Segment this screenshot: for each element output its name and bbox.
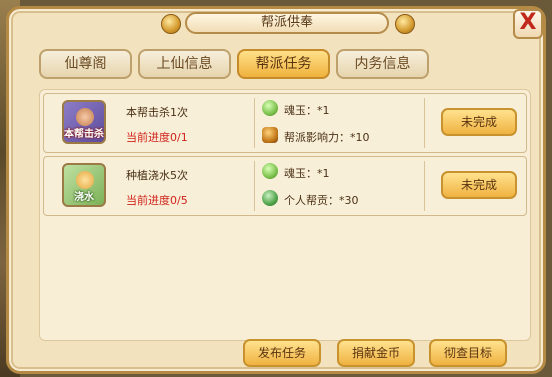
reward-label: 魂玉：*1 [284,167,330,180]
watering-icon: 浇水 [62,163,106,207]
jade-soul-icon [262,163,278,179]
contribution-coin-icon [262,190,278,206]
tab-immortal-info[interactable]: 上仙信息 [138,49,231,79]
row-divider [424,161,425,211]
task-name: 本帮击杀1次 [126,106,188,119]
reward-label: 帮派影响力：*10 [284,131,370,144]
row-divider [424,98,425,148]
task-row: 浇水 种植浇水5次 当前进度0/5 魂玉：*1 个人帮贡：*30 未完成 [43,156,527,216]
task-status-button[interactable]: 未完成 [441,108,517,136]
jade-soul-icon [262,100,278,116]
task-icon-tag: 本帮击杀 [64,129,104,140]
investigate-target-button[interactable]: 彻查目标 [429,339,507,367]
task-name: 种植浇水5次 [126,169,188,182]
tab-affairs-info[interactable]: 内务信息 [336,49,429,79]
window-title: 帮派供奉 [185,12,389,34]
task-list-panel: 本帮击杀 本帮击杀1次 当前进度0/1 魂玉：*1 帮派影响力：*10 未完成 … [39,89,531,341]
guild-offering-window: 帮派供奉 X 仙尊阁 上仙信息 帮派任务 内务信息 本帮击杀 本帮击杀1次 当前… [6,6,546,374]
close-button[interactable]: X [513,9,543,39]
title-left-ornament [161,14,181,34]
influence-seal-icon [262,127,278,143]
donate-gold-button[interactable]: 捐献金币 [337,339,415,367]
row-divider [254,98,255,148]
task-progress: 当前进度0/1 [126,131,188,144]
watering-can-icon [76,171,94,189]
task-progress: 当前进度0/5 [126,194,188,207]
fist-icon [76,108,94,126]
publish-task-button[interactable]: 发布任务 [243,339,321,367]
title-right-ornament [395,14,415,34]
task-row: 本帮击杀 本帮击杀1次 当前进度0/1 魂玉：*1 帮派影响力：*10 未完成 [43,93,527,153]
row-divider [254,161,255,211]
task-status-button[interactable]: 未完成 [441,171,517,199]
kill-icon: 本帮击杀 [62,100,106,144]
tab-guild-tasks[interactable]: 帮派任务 [237,49,330,79]
task-icon-tag: 浇水 [74,192,94,203]
reward-label: 个人帮贡：*30 [284,194,359,207]
tab-immortal-pavilion[interactable]: 仙尊阁 [39,49,132,79]
reward-label: 魂玉：*1 [284,104,330,117]
